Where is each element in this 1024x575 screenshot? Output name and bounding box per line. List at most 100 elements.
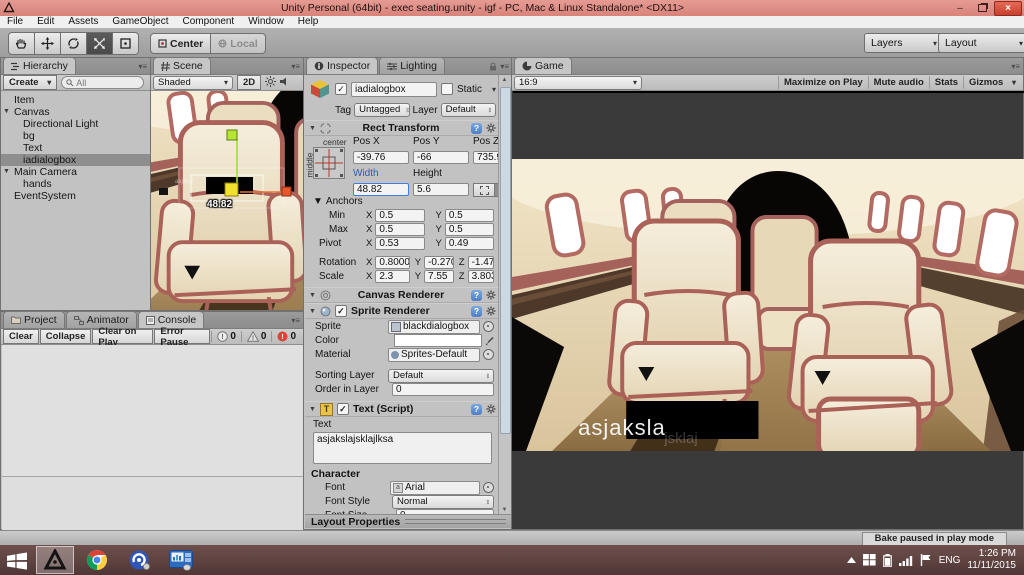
foldout-icon[interactable]: ▼ [313,196,323,207]
gear-icon[interactable] [486,306,496,316]
rotation-x-field[interactable]: 0.8000 [375,256,410,269]
object-picker-icon[interactable] [483,349,494,360]
width-field[interactable]: 48.82 [353,183,409,196]
help-icon[interactable]: ? [471,305,482,317]
console-log-list[interactable] [2,345,303,477]
hierarchy-item-directional-light[interactable]: Directional Light [1,118,150,130]
tray-expand-icon[interactable] [846,557,856,563]
start-button[interactable] [2,546,32,574]
static-checkbox[interactable] [440,83,453,95]
tab-lighting[interactable]: Lighting [379,57,445,74]
help-icon[interactable]: ? [471,289,482,301]
hierarchy-search-input[interactable]: All [61,76,144,89]
help-icon[interactable]: ? [471,122,482,134]
posz-field[interactable]: 735.91 [473,151,500,164]
clear-button[interactable]: Clear [3,329,39,344]
gear-icon[interactable] [486,404,496,414]
rect-transform-header[interactable]: ▼ Rect Transform ? [305,120,500,136]
scale-x-field[interactable]: 2.3 [375,270,410,283]
network-signal-icon[interactable] [898,555,913,566]
scrollbar-thumb[interactable] [500,87,511,434]
hierarchy-item-canvas[interactable]: ▼ Canvas [1,106,150,118]
scene-viewport[interactable]: asjaksl 48.82 [151,91,303,310]
scene-lighting-toggle[interactable] [265,75,277,90]
scroll-up-icon[interactable]: ▲ [499,75,510,85]
name-field[interactable]: iadialogbox [351,81,437,97]
stats-button[interactable]: Stats [928,76,963,89]
rotation-z-field[interactable]: -1.470 [467,256,495,269]
panel-menu-icon[interactable]: ▾≡ [138,62,147,71]
font-field[interactable]: a Arial [390,480,480,495]
taskbar-app-display[interactable] [162,546,200,574]
hand-tool-button[interactable] [8,32,35,55]
menu-help[interactable]: Help [291,16,326,28]
hierarchy-item-item[interactable]: Item [1,94,150,106]
space-local-button[interactable]: Local [211,33,266,54]
tab-inspector[interactable]: Inspector [306,57,379,74]
hierarchy-item-bg[interactable]: bg [1,130,150,142]
gear-icon[interactable] [486,290,496,300]
font-style-dropdown[interactable]: Normal ⦂ [392,494,494,509]
error-pause-button[interactable]: Error Pause [154,326,211,348]
sorting-layer-dropdown[interactable]: Default ⦂ [388,368,494,383]
sprite-renderer-enabled-checkbox[interactable]: ✓ [334,305,347,317]
order-in-layer-field[interactable]: 0 [392,383,494,396]
foldout-icon[interactable]: ▼ [309,308,316,315]
scale-y-field[interactable]: 7.55 [424,270,454,283]
action-center-icon[interactable] [862,554,876,566]
text-value-textarea[interactable]: asjakslajsklajlksa [313,432,492,464]
rotate-tool-button[interactable] [61,32,87,55]
taskbar-app-swirl[interactable] [120,546,158,574]
2d-toggle-button[interactable]: 2D [237,75,262,90]
rect-tool-button[interactable] [113,32,139,55]
bake-notice[interactable]: Bake paused in play mode [861,532,1007,546]
taskbar-clock[interactable]: 1:26 PM 11/11/2015 [967,548,1016,572]
chevron-down-icon[interactable]: ▾ [492,85,496,94]
warning-count[interactable]: ! 0 [240,331,272,342]
material-field[interactable]: Sprites-Default [388,347,480,362]
menu-assets[interactable]: Assets [61,16,105,28]
foldout-icon[interactable]: ▼ [3,106,10,118]
menu-component[interactable]: Component [176,16,242,28]
text-script-header[interactable]: ▼ T ✓ Text (Script) ? [305,401,500,417]
scale-tool-button[interactable] [87,32,113,55]
pivot-y-field[interactable]: 0.49 [444,237,494,250]
posy-field[interactable]: -66 [413,151,469,164]
pivot-center-button[interactable]: Center [150,33,212,54]
blueprint-mode-button[interactable] [473,183,495,197]
menu-gameobject[interactable]: GameObject [105,16,175,28]
language-flag-icon[interactable] [920,554,932,566]
layers-dropdown[interactable]: Layers ▾ [864,33,944,53]
canvas-renderer-header[interactable]: ▼ Canvas Renderer ? [305,287,500,303]
menu-edit[interactable]: Edit [30,16,61,28]
game-viewport[interactable]: asjaksla jsklaj [512,159,1024,451]
active-checkbox[interactable]: ✓ [335,83,347,95]
pivot-x-field[interactable]: 0.53 [375,237,425,250]
console-detail-pane[interactable] [2,477,303,530]
anchor-max-x-field[interactable]: 0.5 [375,223,425,236]
lock-icon[interactable] [489,61,497,71]
anchor-min-y-field[interactable]: 0.5 [444,209,494,222]
hierarchy-item-text[interactable]: Text [1,142,150,154]
shading-mode-dropdown[interactable]: Shaded ▾ [153,75,233,90]
tab-hierarchy[interactable]: Hierarchy [3,57,76,74]
object-picker-icon[interactable] [483,482,494,493]
rotation-y-field[interactable]: -0.270 [424,256,454,269]
error-count[interactable]: ! 0 [271,331,301,342]
object-picker-icon[interactable] [483,321,494,332]
foldout-icon[interactable]: ▼ [309,292,316,299]
minimize-button[interactable]: – [950,2,970,15]
foldout-icon[interactable]: ▼ [309,125,316,132]
hierarchy-item-iadialogbox[interactable]: iadialogbox [1,154,150,166]
mute-audio-button[interactable]: Mute audio [867,76,929,89]
posx-field[interactable]: -39.76 [353,151,409,164]
language-indicator[interactable]: ENG [939,555,961,566]
gear-icon[interactable] [486,123,496,133]
height-field[interactable]: 5.6 [413,183,469,196]
menu-window[interactable]: Window [241,16,291,28]
panel-menu-icon[interactable]: ▾≡ [291,316,300,325]
foldout-icon[interactable]: ▼ [309,406,316,413]
panel-menu-icon[interactable]: ▾≡ [500,62,509,71]
collapse-button[interactable]: Collapse [39,329,92,344]
anchor-min-x-field[interactable]: 0.5 [375,209,425,222]
